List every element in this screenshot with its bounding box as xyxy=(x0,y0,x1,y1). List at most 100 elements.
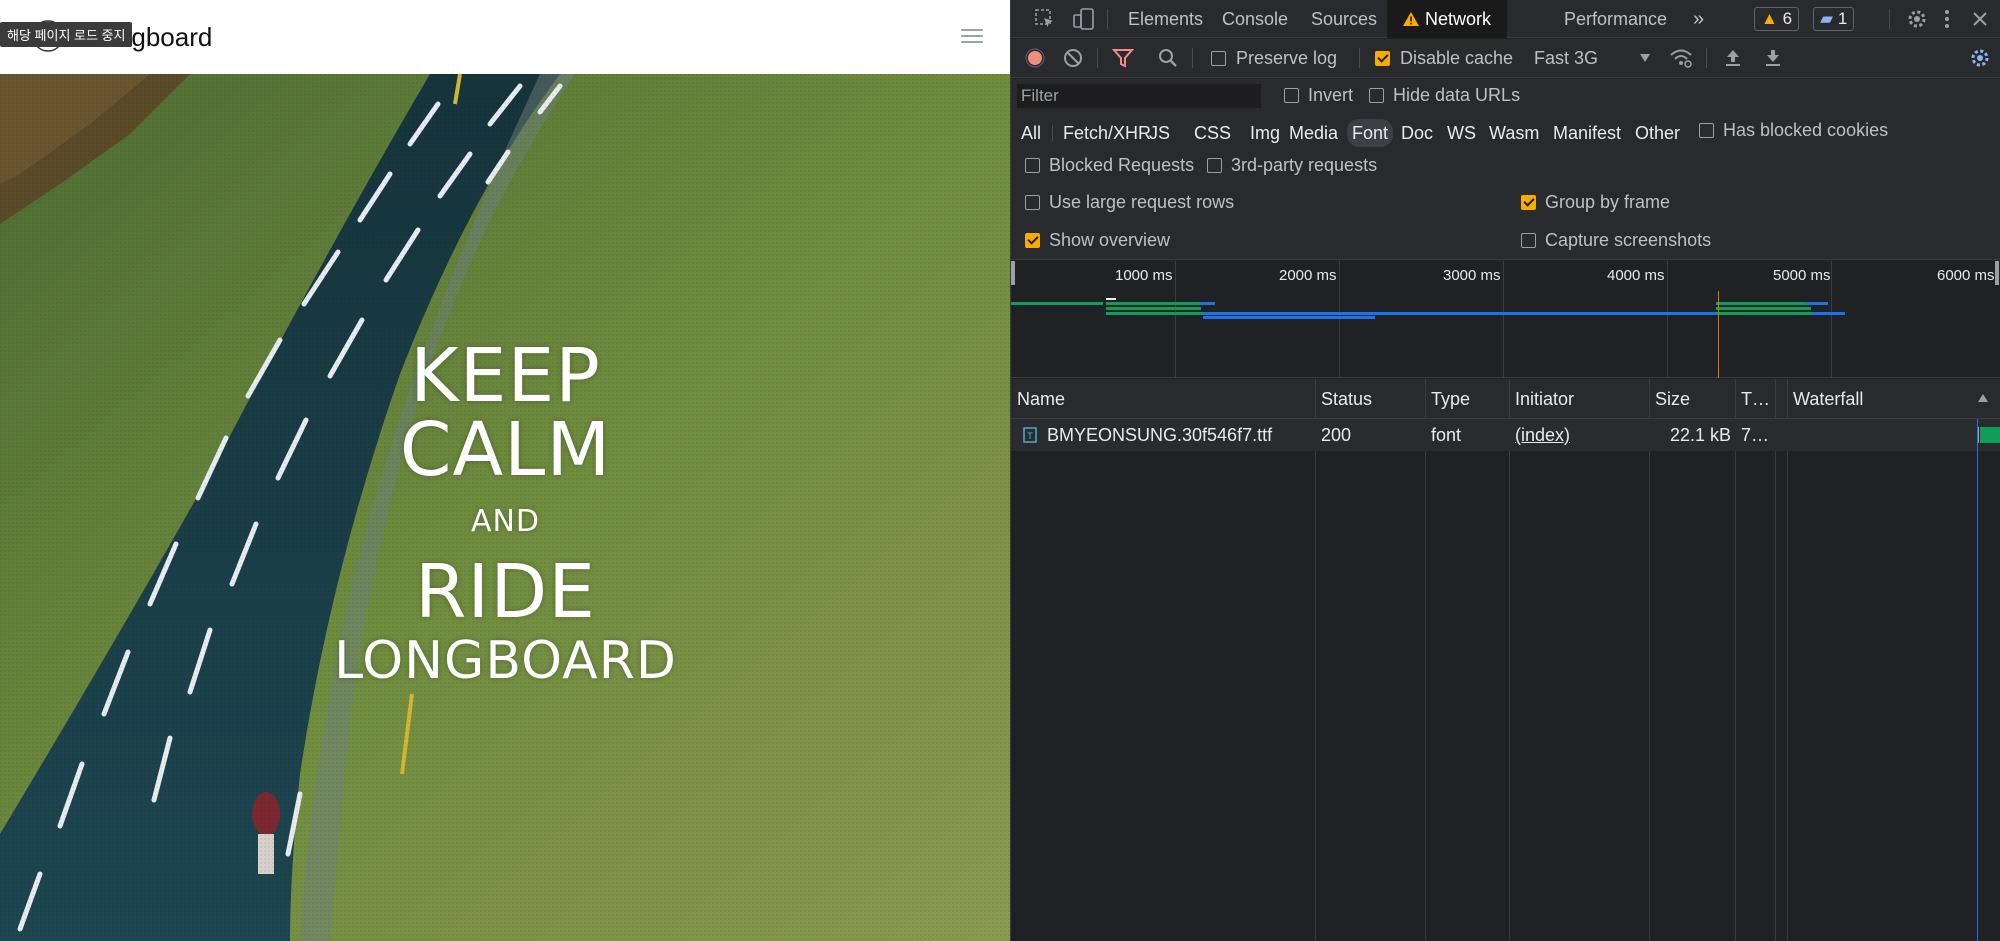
svg-text:T: T xyxy=(1027,431,1033,441)
overview-left-handle[interactable] xyxy=(1011,261,1015,285)
overview-bar xyxy=(1203,312,1716,315)
clear-icon[interactable] xyxy=(1063,48,1083,68)
warning-small-icon: ▲ xyxy=(1761,9,1778,28)
type-filter-wasm[interactable]: Wasm xyxy=(1487,119,1541,147)
disable-cache-label: Disable cache xyxy=(1400,48,1514,68)
network-conditions-wifi-icon[interactable] xyxy=(1669,47,1693,69)
group-by-frame-checkbox[interactable] xyxy=(1521,195,1536,210)
import-har-upload-icon[interactable] xyxy=(1724,48,1742,68)
tick-4000ms: 4000 ms xyxy=(1607,267,1665,284)
settings-gear-icon[interactable] xyxy=(1906,8,1928,30)
kebab-menu-icon[interactable] xyxy=(1943,9,1951,29)
type-filter-all[interactable]: All xyxy=(1019,119,1043,147)
invert-checkbox[interactable] xyxy=(1284,88,1299,103)
type-filter-font[interactable]: Font xyxy=(1347,119,1394,147)
overview-bar xyxy=(1812,312,1845,315)
show-overview-checkbox[interactable] xyxy=(1025,233,1040,248)
tab-network-label: Network xyxy=(1425,9,1492,29)
column-type[interactable]: Type xyxy=(1431,379,1501,419)
overview-right-handle[interactable] xyxy=(1995,261,1999,285)
filter-funnel-icon[interactable] xyxy=(1112,48,1134,68)
close-devtools-icon[interactable] xyxy=(1972,11,1988,27)
disable-cache-checkbox[interactable] xyxy=(1375,51,1390,66)
type-filter-ws[interactable]: WS xyxy=(1445,119,1478,147)
dropdown-arrow-icon[interactable] xyxy=(1639,53,1651,63)
overview-bar xyxy=(1199,302,1215,305)
invert-label: Invert xyxy=(1308,85,1354,105)
column-name[interactable]: Name xyxy=(1017,379,1307,419)
blocked-requests-checkbox[interactable] xyxy=(1025,158,1040,173)
overview-bar xyxy=(1106,312,1203,315)
overview-bar xyxy=(1011,302,1103,305)
throttling-select[interactable]: Fast 3G xyxy=(1534,48,1598,69)
hero-section: KEEP CALM AND RIDE LONGBOARD xyxy=(0,74,1010,941)
type-filter-media[interactable]: Media xyxy=(1287,119,1340,147)
waterfall-download-bar xyxy=(1980,427,2000,443)
request-name[interactable]: BMYEONSUNG.30f546f7.ttf xyxy=(1047,419,1309,451)
messages-count: 1 xyxy=(1837,9,1848,28)
type-filter-img[interactable]: Img xyxy=(1248,119,1282,147)
third-party-checkbox[interactable] xyxy=(1207,158,1222,173)
inspect-element-icon[interactable] xyxy=(1035,9,1055,29)
request-size: 22.1 kB xyxy=(1669,425,1731,445)
tab-sources[interactable]: Sources xyxy=(1311,0,1377,38)
type-filter-manifest[interactable]: Manifest xyxy=(1551,119,1623,147)
preserve-log-checkbox[interactable] xyxy=(1211,51,1226,66)
type-filter-js[interactable]: JS xyxy=(1147,119,1172,147)
capture-screenshots-checkbox[interactable] xyxy=(1521,233,1536,248)
tab-performance[interactable]: Performance xyxy=(1564,0,1667,38)
request-initiator-link[interactable]: (index) xyxy=(1515,419,1575,451)
filter-bar: Filter Invert Hide data URLs All Fetch/X… xyxy=(1011,79,2000,192)
search-icon[interactable] xyxy=(1158,48,1178,68)
record-icon[interactable] xyxy=(1025,48,1045,68)
column-initiator[interactable]: Initiator xyxy=(1515,379,1645,419)
type-filter-css[interactable]: CSS xyxy=(1192,119,1233,147)
tick-3000ms: 3000 ms xyxy=(1443,267,1501,284)
filter-input[interactable]: Filter xyxy=(1017,84,1261,108)
overview-bar xyxy=(1716,302,1806,305)
preserve-log-label: Preserve log xyxy=(1236,48,1338,68)
warnings-badge[interactable]: ▲ 6 xyxy=(1754,7,1800,31)
stop-loading-tooltip: 해당 페이지 로드 중지 xyxy=(0,22,133,47)
tab-network[interactable]: Network xyxy=(1387,0,1508,38)
overview-bar xyxy=(1106,307,1201,310)
request-type: font xyxy=(1431,425,1462,445)
large-rows-checkbox[interactable] xyxy=(1025,195,1040,210)
column-time[interactable]: T… xyxy=(1741,379,1771,419)
export-har-download-icon[interactable] xyxy=(1764,48,1782,68)
tab-elements[interactable]: Elements xyxy=(1128,0,1203,38)
type-filter-doc[interactable]: Doc xyxy=(1399,119,1435,147)
device-toolbar-icon[interactable] xyxy=(1073,8,1095,30)
warnings-count: 6 xyxy=(1782,9,1793,28)
request-status: 200 xyxy=(1321,425,1352,445)
column-waterfall[interactable]: Waterfall xyxy=(1793,379,1953,419)
hamburger-menu-icon[interactable] xyxy=(961,29,983,45)
third-party-label: 3rd-party requests xyxy=(1231,155,1378,175)
warning-icon xyxy=(1403,12,1419,26)
overview-bar xyxy=(1716,312,1812,315)
tab-console[interactable]: Console xyxy=(1222,0,1288,38)
overview-bar xyxy=(1716,307,1811,310)
group-by-frame-label: Group by frame xyxy=(1545,192,1671,212)
overview-timeline[interactable]: 1000 ms 2000 ms 3000 ms 4000 ms 5000 ms … xyxy=(1011,261,2000,378)
has-blocked-cookies-checkbox[interactable] xyxy=(1699,123,1714,138)
has-blocked-cookies-label: Has blocked cookies xyxy=(1723,120,1889,140)
network-settings-gear-icon[interactable] xyxy=(1969,47,1991,69)
options-bar: Use large request rows Group by frame Sh… xyxy=(1011,186,2000,260)
type-filter-fetch-xhr[interactable]: Fetch/XHR xyxy=(1061,119,1153,147)
overview-bar xyxy=(1106,302,1199,305)
column-size[interactable]: Size xyxy=(1655,379,1735,419)
more-tabs-chevron-icon[interactable]: » xyxy=(1693,0,1704,38)
hero-longboard-text: LONGBOARD xyxy=(334,631,677,691)
messages-badge[interactable]: ▰ 1 xyxy=(1813,7,1855,31)
hide-data-urls-checkbox[interactable] xyxy=(1369,88,1384,103)
hero-calm-text: CALM xyxy=(399,407,612,493)
large-rows-label: Use large request rows xyxy=(1049,192,1235,212)
font-file-icon: T xyxy=(1023,427,1037,443)
column-status[interactable]: Status xyxy=(1321,379,1421,419)
sort-ascending-icon[interactable] xyxy=(1977,393,1989,403)
table-row[interactable]: T BMYEONSUNG.30f546f7.ttf 200 font (inde… xyxy=(1011,419,2000,451)
hero-ride-text: RIDE xyxy=(415,549,596,635)
tick-2000ms: 2000 ms xyxy=(1279,267,1337,284)
type-filter-other[interactable]: Other xyxy=(1633,119,1682,147)
